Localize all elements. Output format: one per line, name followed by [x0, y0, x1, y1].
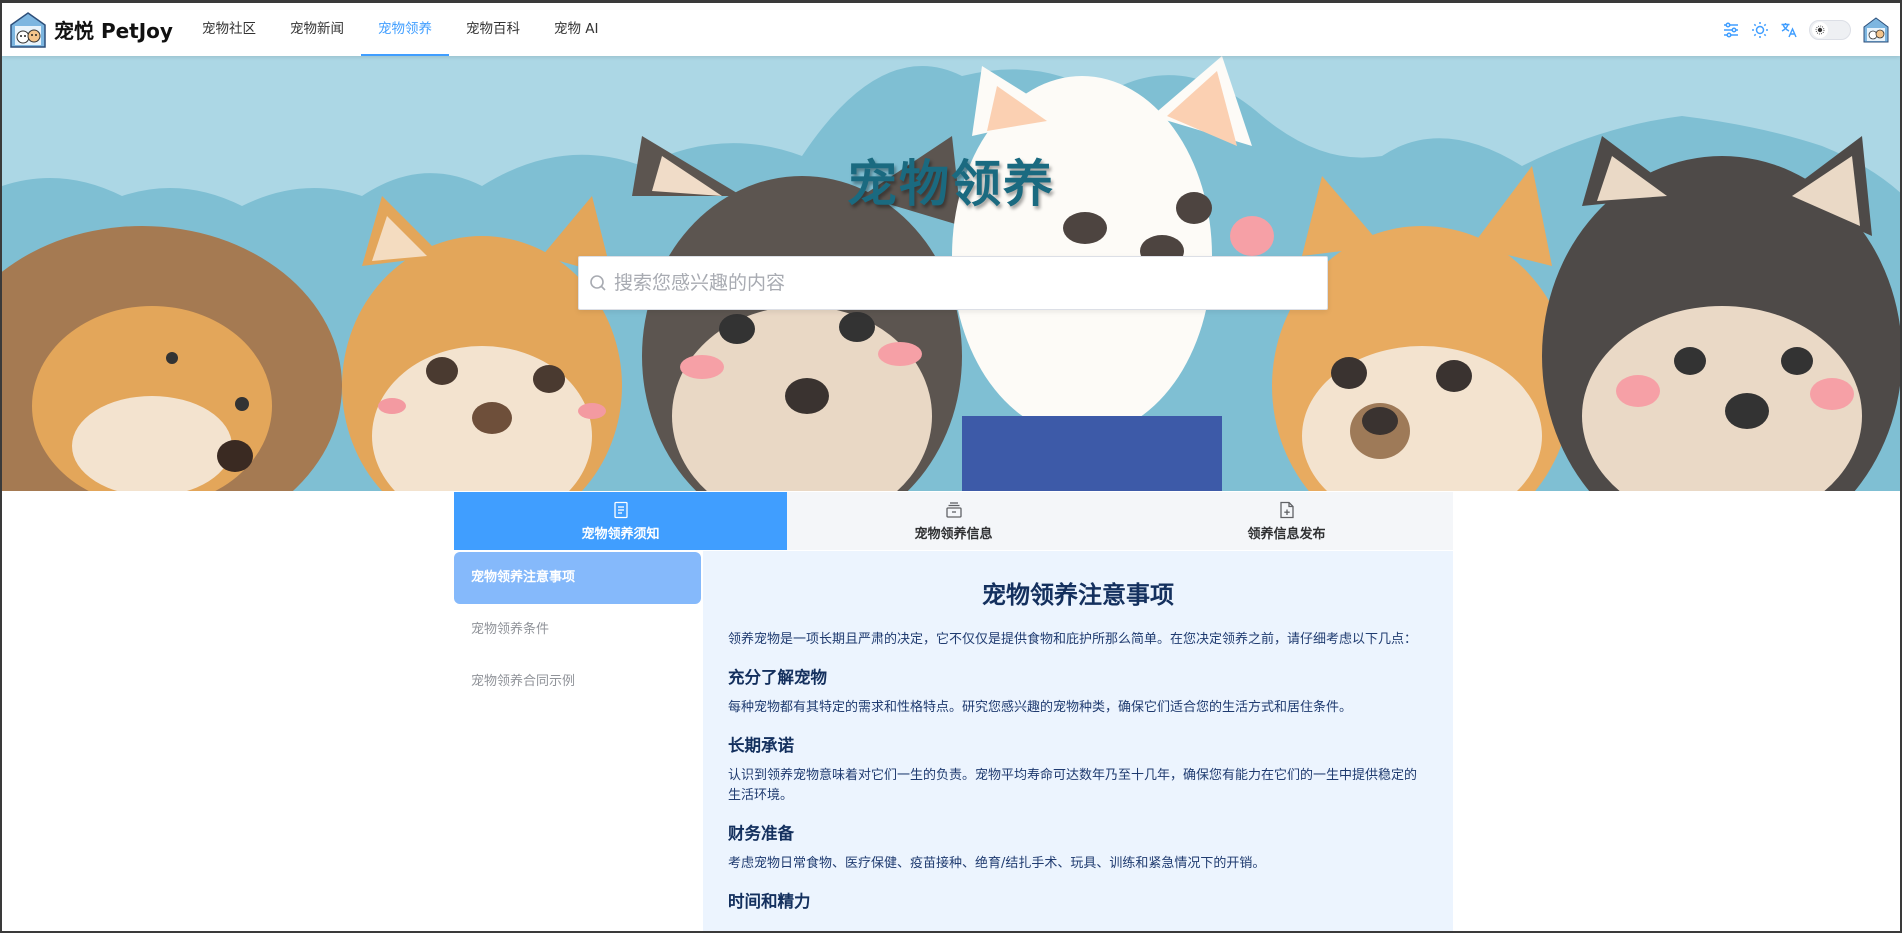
article-title: 宠物领养注意事项	[982, 581, 1174, 609]
section-heading: 时间和精力	[728, 892, 811, 911]
section-heading: 财务准备	[728, 824, 794, 843]
article-intro: 领养宠物是一项长期且严肃的决定，它不仅仅是提供食物和庇护所那么简单。在您决定领养…	[728, 632, 1418, 647]
file-add-icon	[1279, 501, 1294, 518]
adoption-tabs: 宠物领养须知 宠物领养信息 领养信息发布	[454, 492, 1453, 550]
section-body: 考虑宠物日常食物、医疗保健、疫苗接种、绝育/结扎手术、玩具、训练和紧急情况下的开…	[728, 856, 1266, 871]
sun-icon[interactable]	[1751, 21, 1769, 39]
header-actions	[1722, 16, 1890, 44]
main-nav: 宠物社区 宠物新闻 宠物领养 宠物百科 宠物 AI	[185, 3, 616, 56]
tab-label: 宠物领养须知	[581, 526, 660, 542]
section-heading: 长期承诺	[728, 736, 794, 755]
tab-label: 宠物领养信息	[914, 526, 993, 542]
search-bar[interactable]	[578, 256, 1328, 310]
nav-item-adoption[interactable]: 宠物领养	[360, 3, 449, 56]
box-icon	[945, 501, 962, 518]
sidebar-item-precautions[interactable]: 宠物领养注意事项	[454, 552, 701, 604]
tab-label: 领养信息发布	[1247, 526, 1326, 542]
top-navbar: 宠悦 PetJoy 宠物社区 宠物新闻 宠物领养 宠物百科 宠物 AI	[2, 3, 1900, 56]
section-heading: 充分了解宠物	[728, 668, 827, 687]
search-input[interactable]	[614, 272, 1294, 294]
hero-title: 宠物领养	[847, 155, 1055, 213]
brand-logo[interactable]: 宠悦 PetJoy	[8, 10, 173, 50]
theme-toggle[interactable]	[1809, 19, 1851, 40]
tab-adoption-notice[interactable]: 宠物领养须知	[454, 492, 787, 550]
toggle-sun-icon	[1812, 21, 1828, 38]
sidebar-item-conditions[interactable]: 宠物领养条件	[454, 604, 701, 656]
brand-name: 宠悦 PetJoy	[54, 19, 173, 43]
translate-icon[interactable]	[1780, 21, 1798, 39]
settings-sliders-icon[interactable]	[1722, 21, 1740, 39]
nav-item-news[interactable]: 宠物新闻	[273, 3, 361, 56]
section-body: 每种宠物都有其特定的需求和性格特点。研究您感兴趣的宠物种类，确保它们适合您的生活…	[728, 700, 1353, 715]
nav-item-ai[interactable]: 宠物 AI	[537, 3, 616, 56]
search-icon	[590, 275, 606, 291]
section-body: 认识到领养宠物意味着对它们一生的负责。宠物平均寿命可达数年乃至十几年，确保您有能…	[728, 768, 1418, 803]
nav-item-encyclopedia[interactable]: 宠物百科	[449, 3, 537, 56]
app-window: 宠悦 PetJoy 宠物社区 宠物新闻 宠物领养 宠物百科 宠物 AI 宠物领养…	[0, 0, 1902, 933]
petjoy-logo-icon	[10, 11, 46, 48]
sidebar-item-contract[interactable]: 宠物领养合同示例	[454, 656, 701, 708]
article-panel: 宠物领养注意事项 领养宠物是一项长期且严肃的决定，它不仅仅是提供食物和庇护所那么…	[703, 551, 1453, 931]
nav-item-community[interactable]: 宠物社区	[185, 3, 273, 56]
user-avatar[interactable]	[1862, 16, 1890, 44]
tab-adoption-info[interactable]: 宠物领养信息	[787, 492, 1120, 550]
tab-publish-adoption[interactable]: 领养信息发布	[1120, 492, 1453, 550]
hero-banner: 宠物领养	[2, 56, 1900, 491]
article-sidebar: 宠物领养注意事项 宠物领养条件 宠物领养合同示例	[454, 551, 701, 931]
document-icon	[613, 501, 628, 518]
